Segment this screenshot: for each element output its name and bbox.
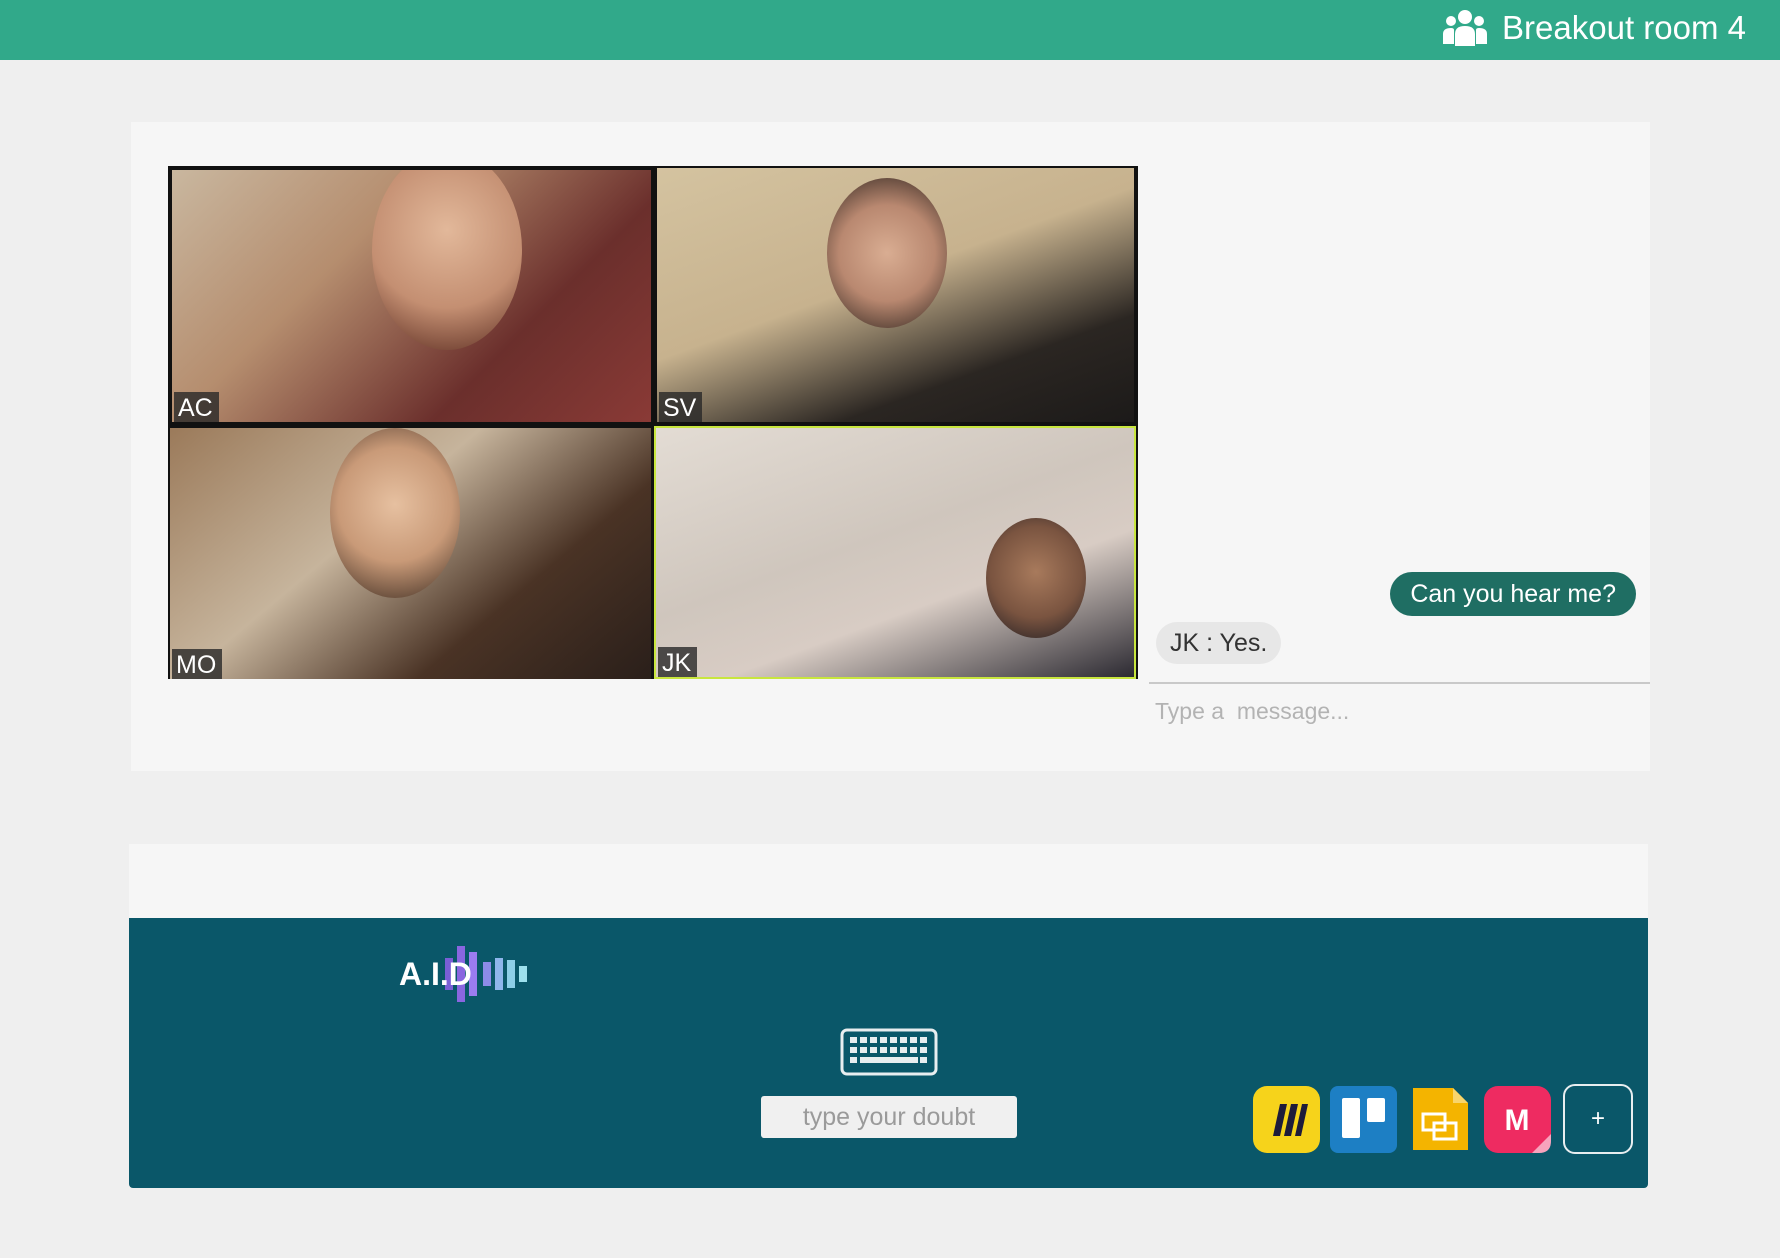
participant-video — [372, 170, 522, 350]
miro-app-button[interactable] — [1253, 1085, 1320, 1153]
participant-video — [986, 518, 1086, 638]
top-bar: Breakout room 4 — [0, 0, 1780, 60]
group-icon — [1443, 10, 1488, 46]
video-grid: AC SV MO JK — [168, 166, 1138, 679]
meeting-panel: AC SV MO JK Can you hear me? JK : Yes. — [131, 122, 1651, 771]
chat-message-incoming: JK : Yes. — [1156, 622, 1282, 664]
mural-app-button[interactable]: M — [1484, 1085, 1551, 1153]
assistant-footer: A.I.D type your doubt M + — [129, 918, 1648, 1188]
add-app-button[interactable]: + — [1563, 1084, 1633, 1154]
chat-panel: Can you hear me? JK : Yes. — [1149, 122, 1651, 771]
toolbar-strip — [129, 844, 1648, 918]
room-header: Breakout room 4 — [1442, 0, 1746, 56]
chat-divider — [1149, 682, 1650, 684]
doubt-input[interactable] — [761, 1096, 1017, 1138]
video-tile-ac[interactable]: AC — [172, 170, 651, 422]
room-title: Breakout room 4 — [1502, 9, 1746, 46]
chat-message-outgoing: Can you hear me? — [1390, 572, 1636, 616]
miro-icon — [1253, 1085, 1320, 1153]
google-slides-icon — [1413, 1087, 1468, 1150]
participant-label: MO — [172, 649, 223, 679]
keyboard-icon[interactable] — [840, 1028, 938, 1076]
google-slides-app-button[interactable] — [1407, 1086, 1474, 1153]
video-tile-mo[interactable]: MO — [170, 428, 651, 679]
participant-label: SV — [659, 392, 703, 422]
trello-icon — [1330, 1085, 1397, 1153]
video-tile-jk[interactable]: JK — [654, 426, 1136, 679]
chat-message-input[interactable] — [1149, 688, 1651, 734]
app-launcher: M + — [1253, 1084, 1633, 1154]
svg-text:M: M — [1505, 1104, 1530, 1137]
logo-text: A.I.D — [399, 956, 472, 992]
aid-logo: A.I.D — [399, 938, 539, 1010]
participant-video — [827, 178, 947, 328]
trello-app-button[interactable] — [1330, 1085, 1397, 1153]
participant-label: AC — [174, 392, 219, 422]
participant-label: JK — [658, 647, 698, 677]
video-tile-sv[interactable]: SV — [657, 168, 1134, 422]
mural-icon: M — [1484, 1085, 1551, 1153]
participant-video — [330, 428, 460, 598]
